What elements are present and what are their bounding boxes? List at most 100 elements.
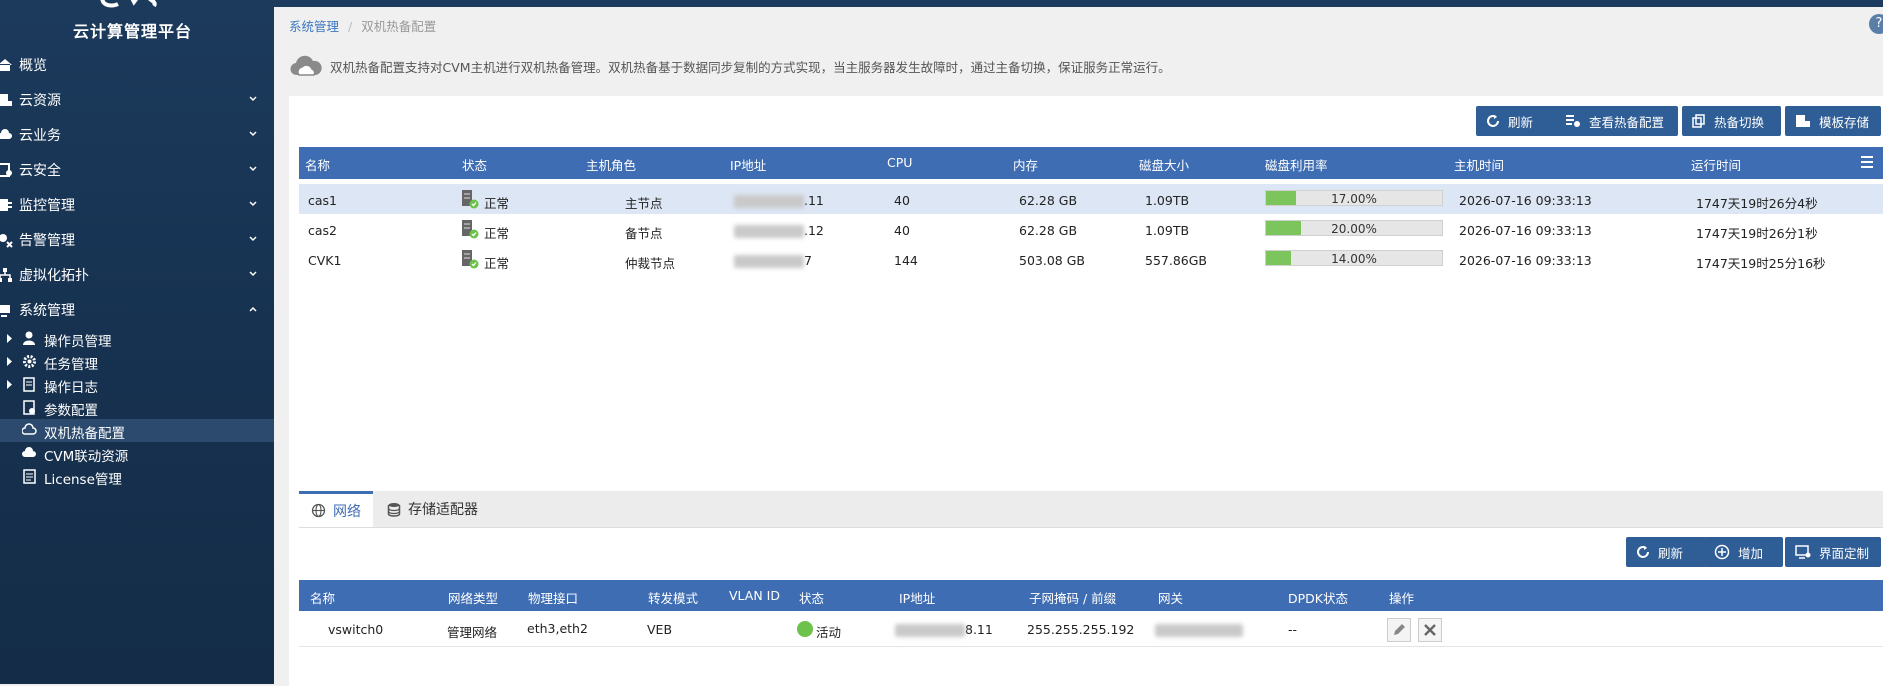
nav-item-monitor[interactable]: 监控管理 <box>0 187 274 222</box>
sub-item-operator[interactable]: 操作员管理 <box>0 327 274 350</box>
view-config-label: 查看热备配置 <box>1589 114 1665 130</box>
sub-item-license[interactable]: License管理 <box>0 465 274 488</box>
tab-label: 存储适配器 <box>408 502 478 518</box>
system-icon <box>0 304 10 317</box>
disk-usage-bar: 20.00% <box>1265 220 1443 236</box>
breadcrumb-separator: / <box>348 19 353 34</box>
edit-button[interactable] <box>1387 618 1411 642</box>
nav-item-topology[interactable]: 虚拟化拓扑 <box>0 257 274 292</box>
ip-suffix: 8.11 <box>965 622 993 637</box>
globe-icon <box>311 503 326 518</box>
col-memory[interactable]: 内存 <box>1013 155 1038 174</box>
col-gateway[interactable]: 网关 <box>1158 588 1183 607</box>
col-disk-usage[interactable]: 磁盘利用率 <box>1265 155 1328 174</box>
breadcrumb: 系统管理 / 双机热备配置 <box>289 16 436 35</box>
nav-item-cloud-business[interactable]: 云业务 <box>0 117 274 152</box>
cloud-icon <box>290 55 322 76</box>
cell-status: 活动 <box>816 625 842 640</box>
col-role[interactable]: 主机角色 <box>586 155 636 174</box>
sub-item-log[interactable]: 操作日志 <box>0 373 274 396</box>
tab-network[interactable]: 网络 <box>299 491 373 527</box>
add-button[interactable]: 增加 <box>1704 537 1783 567</box>
breadcrumb-parent[interactable]: 系统管理 <box>289 19 339 34</box>
cell-host-time: 2026-07-16 09:33:13 <box>1459 193 1592 208</box>
net-refresh-button[interactable]: 刷新 <box>1626 537 1706 567</box>
sub-item-task[interactable]: 任务管理 <box>0 350 274 373</box>
tab-storage-adapter[interactable]: 存储适配器 <box>387 491 478 527</box>
col-disk[interactable]: 磁盘大小 <box>1139 155 1189 174</box>
col-vlan[interactable]: VLAN ID <box>729 588 780 603</box>
refresh-icon <box>1637 546 1649 558</box>
cell-name: CVK1 <box>308 253 342 268</box>
tab-label: 网络 <box>333 503 361 520</box>
col-mode[interactable]: 转发模式 <box>648 588 698 607</box>
col-dpdk[interactable]: DPDK状态 <box>1288 588 1348 607</box>
cell-ip: 8.11 <box>895 622 993 637</box>
col-cpu[interactable]: CPU <box>887 155 912 170</box>
chevron-down-icon <box>249 201 257 207</box>
shield-icon <box>0 162 12 177</box>
delete-button[interactable] <box>1418 618 1442 642</box>
nav-item-cloud-security[interactable]: 云安全 <box>0 152 274 187</box>
help-icon[interactable]: ? <box>1869 14 1883 34</box>
col-mask[interactable]: 子网掩码 / 前缀 <box>1029 588 1116 607</box>
refresh-label: 刷新 <box>1508 114 1534 130</box>
switch-label: 热备切换 <box>1714 114 1765 130</box>
nav-item-system[interactable]: 系统管理 <box>0 292 274 327</box>
cell-gateway <box>1155 622 1243 637</box>
cell-host-time: 2026-07-16 09:33:13 <box>1459 223 1592 238</box>
chevron-down-icon <box>249 166 257 172</box>
col-net-type[interactable]: 网络类型 <box>448 588 498 607</box>
switch-button[interactable]: 热备切换 <box>1682 106 1781 136</box>
database-icon <box>387 502 401 517</box>
nav-label: 虚拟化拓扑 <box>19 267 89 284</box>
redacted-ip <box>734 255 804 268</box>
col-actions[interactable]: 操作 <box>1389 588 1414 607</box>
cell-name: cas1 <box>308 193 337 208</box>
template-storage-button[interactable]: 模板存储 <box>1785 106 1881 136</box>
breadcrumb-current: 双机热备配置 <box>361 19 437 34</box>
cell-disk: 557.86GB <box>1145 253 1207 268</box>
nav-label: 云安全 <box>19 162 61 179</box>
sub-item-cvm-link[interactable]: CVM联动资源 <box>0 442 274 465</box>
table-row[interactable]: CVK1 正常 仲裁节点 7 144 503.08 GB 557.86GB 14… <box>299 244 1883 274</box>
nav-item-alarm[interactable]: 告警管理 <box>0 222 274 257</box>
config-icon <box>23 400 35 415</box>
nav-label: 监控管理 <box>19 197 75 214</box>
col-name[interactable]: 名称 <box>305 155 330 174</box>
customize-button[interactable]: 界面定制 <box>1785 537 1881 567</box>
cell-status: 正常 <box>484 196 510 211</box>
view-config-button[interactable]: 查看热备配置 <box>1555 106 1678 136</box>
nav-item-overview[interactable]: 概览 <box>0 47 274 82</box>
col-ip[interactable]: IP地址 <box>730 155 766 174</box>
col-status[interactable]: 状态 <box>799 588 824 607</box>
sub-item-label: 任务管理 <box>44 357 98 373</box>
add-label: 增加 <box>1738 545 1764 561</box>
cell-name: cas2 <box>308 223 337 238</box>
sidebar: 云计算管理平台 概览 云资源 云业务 云安全 监控管理 告警管理 虚拟化拓扑 系… <box>0 0 274 684</box>
redacted-ip <box>734 225 804 238</box>
nav-label: 告警管理 <box>19 232 75 249</box>
table-row[interactable]: cas1 正常 主节点 .11 40 62.28 GB 1.09TB 17.00… <box>299 184 1883 214</box>
cell-uptime: 1747天19时25分16秒 <box>1696 256 1826 271</box>
redacted-gateway <box>1155 624 1243 637</box>
col-uptime[interactable]: 运行时间 <box>1691 155 1741 174</box>
host-ok-icon <box>462 220 479 239</box>
redacted-ip <box>734 195 804 208</box>
col-ip[interactable]: IP地址 <box>899 588 935 607</box>
col-iface[interactable]: 物理接口 <box>528 588 578 607</box>
col-name[interactable]: 名称 <box>310 588 335 607</box>
info-banner: 双机热备配置支持对CVM主机进行双机热备管理。双机热备基于数据同步复制的方式实现… <box>290 53 1171 79</box>
sub-item-config[interactable]: 参数配置 <box>0 396 274 419</box>
sub-item-hot-standby[interactable]: 双机热备配置 <box>0 419 274 442</box>
disk-usage-label: 14.00% <box>1331 252 1377 266</box>
nav-item-cloud-resource[interactable]: 云资源 <box>0 82 274 117</box>
table-row[interactable]: cas2 正常 备节点 .12 40 62.28 GB 1.09TB 20.00… <box>299 214 1883 244</box>
col-host-time[interactable]: 主机时间 <box>1454 155 1504 174</box>
license-icon <box>23 469 36 484</box>
refresh-button[interactable]: 刷新 <box>1476 106 1559 136</box>
sub-item-label: 参数配置 <box>44 403 98 419</box>
table-row[interactable]: vswitch0 管理网络 eth3,eth2 VEB 活动 8.11 255.… <box>299 612 1883 647</box>
col-status[interactable]: 状态 <box>462 155 487 174</box>
menu-icon[interactable] <box>1860 155 1874 169</box>
